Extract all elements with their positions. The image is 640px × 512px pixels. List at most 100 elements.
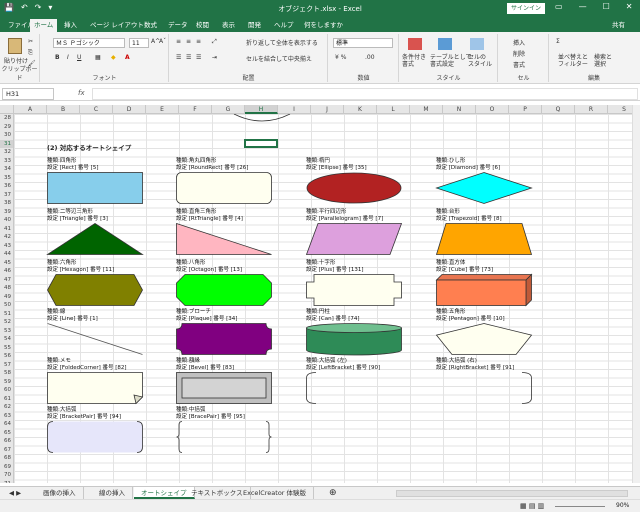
column-header-n[interactable]: N	[443, 105, 476, 114]
row-header-39[interactable]: 39	[0, 207, 14, 216]
shape-plaque[interactable]	[176, 323, 272, 357]
font-color-icon[interactable]: A	[125, 54, 130, 61]
column-header-l[interactable]: L	[377, 105, 410, 114]
row-header-54[interactable]: 54	[0, 335, 14, 344]
row-header-62[interactable]: 62	[0, 403, 14, 412]
row-header-40[interactable]: 40	[0, 216, 14, 225]
cell-styles-button[interactable]: セルの スタイル	[468, 54, 492, 68]
column-header-g[interactable]: G	[212, 105, 245, 114]
row-header-30[interactable]: 30	[0, 131, 14, 140]
row-header-33[interactable]: 33	[0, 156, 14, 165]
shape-bracepair[interactable]	[176, 421, 272, 455]
font-size-select[interactable]: 11	[129, 38, 149, 48]
column-header-i[interactable]: I	[278, 105, 311, 114]
copy-icon[interactable]: ⎘	[28, 49, 33, 57]
shape-rttriangle[interactable]	[176, 222, 272, 257]
row-header-49[interactable]: 49	[0, 292, 14, 301]
signin-button[interactable]: サインイン	[507, 3, 545, 14]
tab-formulas[interactable]: 数式	[140, 19, 161, 32]
tab-view[interactable]: 表示	[218, 19, 239, 32]
row-header-31[interactable]: 31	[0, 139, 14, 148]
maximize-icon[interactable]: ☐	[603, 2, 610, 11]
insert-cells-button[interactable]: 挿入	[513, 38, 525, 47]
currency-icon[interactable]: ¥ %	[335, 54, 346, 61]
shrink-font-button[interactable]: Aˇ	[159, 38, 166, 45]
shape-hexagon[interactable]	[47, 274, 143, 308]
align-right-icon[interactable]: ☰	[196, 54, 201, 61]
middle-align-icon[interactable]: ≡	[186, 38, 191, 45]
sort-filter-button[interactable]: 並べ替えと フィルター	[558, 54, 588, 68]
row-header-53[interactable]: 53	[0, 326, 14, 335]
shape-trapezoid[interactable]	[435, 223, 533, 257]
row-header-68[interactable]: 68	[0, 454, 14, 463]
row-header-42[interactable]: 42	[0, 233, 14, 242]
scroll-tabs-icon[interactable]: ◀ ▶	[2, 487, 28, 499]
tab-review[interactable]: 校閲	[192, 19, 213, 32]
row-header-32[interactable]: 32	[0, 148, 14, 157]
row-header-55[interactable]: 55	[0, 343, 14, 352]
row-header-43[interactable]: 43	[0, 241, 14, 250]
align-center-icon[interactable]: ☰	[186, 54, 191, 61]
row-header-69[interactable]: 69	[0, 462, 14, 471]
merge-center-button[interactable]: セルを結合して中央揃え	[246, 54, 312, 63]
format-as-table-button[interactable]: テーブルとして 書式設定	[430, 54, 471, 68]
row-header-28[interactable]: 28	[0, 114, 14, 123]
row-header-35[interactable]: 35	[0, 173, 14, 182]
shape-bracketpair[interactable]	[47, 421, 143, 455]
row-header-61[interactable]: 61	[0, 394, 14, 403]
format-cells-button[interactable]: 書式	[513, 60, 525, 69]
column-header-q[interactable]: Q	[542, 105, 575, 114]
shape-ellipse[interactable]	[306, 172, 402, 206]
view-normal-icon[interactable]: ▦ ▤ ▥	[520, 502, 544, 510]
row-header-65[interactable]: 65	[0, 428, 14, 437]
row-header-56[interactable]: 56	[0, 352, 14, 361]
horizontal-scrollbar[interactable]	[396, 490, 628, 497]
row-header-59[interactable]: 59	[0, 377, 14, 386]
decimal-icon[interactable]: .00	[365, 54, 375, 61]
underline-button[interactable]: U	[77, 54, 81, 61]
row-header-34[interactable]: 34	[0, 165, 14, 174]
bottom-align-icon[interactable]: ≡	[196, 38, 201, 45]
font-name-select[interactable]: ＭＳ Ｐゴシック	[53, 38, 125, 48]
shape-line[interactable]	[47, 323, 143, 357]
align-left-icon[interactable]: ☰	[176, 54, 181, 61]
row-header-37[interactable]: 37	[0, 190, 14, 199]
minimize-icon[interactable]: —	[579, 2, 587, 11]
row-header-51[interactable]: 51	[0, 309, 14, 318]
select-all-button[interactable]	[0, 105, 14, 114]
column-header-h[interactable]: H	[245, 105, 278, 114]
fill-color-icon[interactable]: ◆	[111, 54, 116, 61]
row-header-36[interactable]: 36	[0, 182, 14, 191]
row-header-63[interactable]: 63	[0, 411, 14, 420]
column-header-e[interactable]: E	[146, 105, 179, 114]
row-header-46[interactable]: 46	[0, 267, 14, 276]
close-icon[interactable]: ✕	[626, 2, 633, 11]
tab-page-layout[interactable]: ページ レイアウト	[86, 19, 148, 32]
row-header-45[interactable]: 45	[0, 258, 14, 267]
row-header-58[interactable]: 58	[0, 369, 14, 378]
row-header-47[interactable]: 47	[0, 275, 14, 284]
sheet-tab-line[interactable]: 線の挿入	[92, 487, 133, 499]
row-header-29[interactable]: 29	[0, 122, 14, 131]
column-header-d[interactable]: D	[113, 105, 146, 114]
row-header-44[interactable]: 44	[0, 250, 14, 259]
formula-input[interactable]	[92, 88, 638, 100]
row-header-70[interactable]: 70	[0, 471, 14, 480]
shape-roundrect[interactable]	[176, 172, 272, 206]
row-header-66[interactable]: 66	[0, 437, 14, 446]
tab-insert[interactable]: 挿入	[60, 19, 81, 32]
column-header-o[interactable]: O	[476, 105, 509, 114]
name-box[interactable]: H31	[2, 88, 54, 100]
shape-rbracket[interactable]	[436, 372, 532, 406]
row-header-48[interactable]: 48	[0, 284, 14, 293]
top-align-icon[interactable]: ≡	[176, 38, 181, 45]
cut-icon[interactable]: ✂	[28, 38, 33, 45]
wrap-text-button[interactable]: 折り返して全体を表示する	[246, 38, 318, 47]
italic-button[interactable]: I	[67, 54, 69, 61]
row-header-67[interactable]: 67	[0, 445, 14, 454]
shape-octagon[interactable]	[176, 274, 272, 308]
row-header-57[interactable]: 57	[0, 360, 14, 369]
shape-rect[interactable]	[47, 172, 143, 206]
ribbon-display-icon[interactable]: ▭	[555, 2, 563, 11]
conditional-format-button[interactable]: 条件付き 書式	[402, 54, 426, 68]
